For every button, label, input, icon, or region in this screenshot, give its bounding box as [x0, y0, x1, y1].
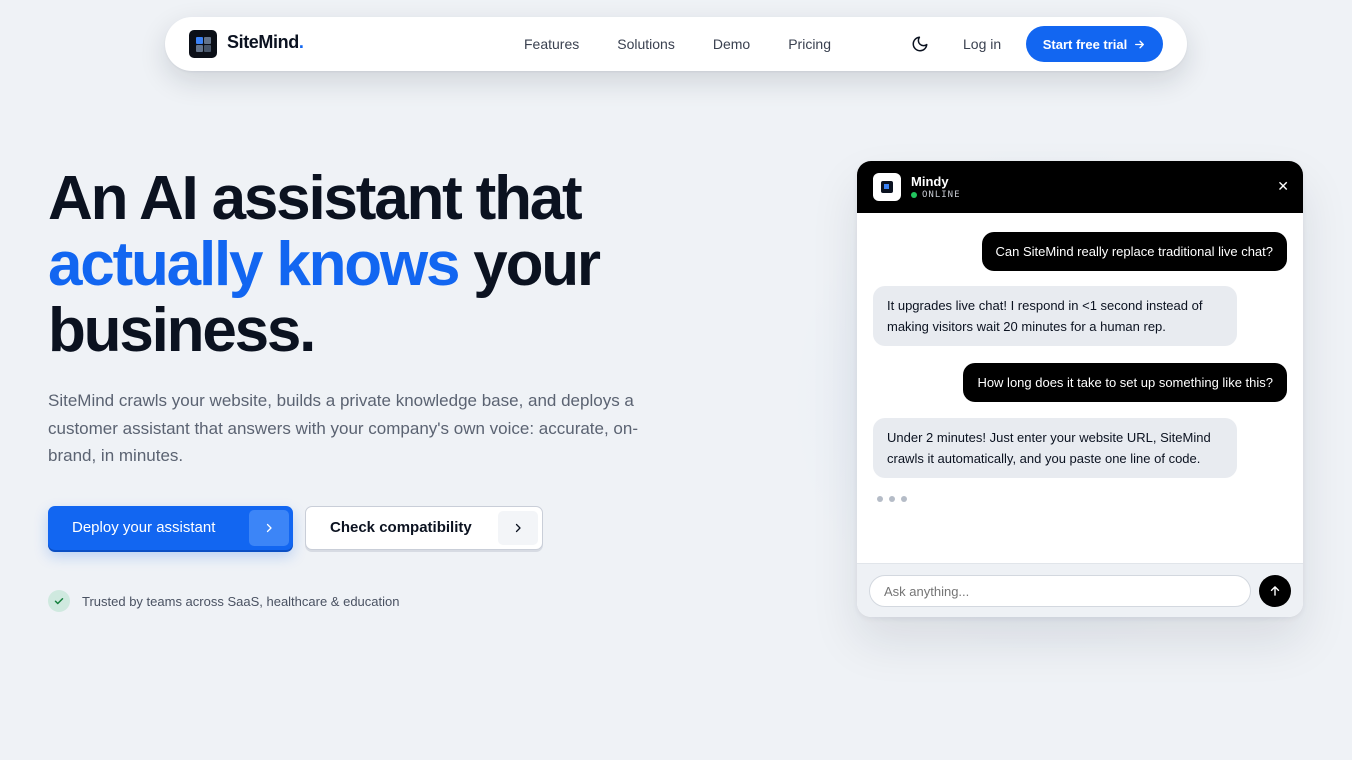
bot-avatar-icon — [873, 173, 901, 201]
hero-subtitle: SiteMind crawls your website, builds a p… — [48, 391, 639, 465]
chevron-right-icon — [249, 510, 289, 546]
chat-message-bot: Under 2 minutes! Just enter your website… — [873, 418, 1237, 478]
close-icon[interactable]: ✕ — [1277, 178, 1289, 194]
trusted-text: Trusted by teams across SaaS, healthcare… — [82, 593, 400, 609]
deploy-assistant-button[interactable]: Deploy your assistant — [48, 506, 293, 550]
bot-status: ONLINE — [911, 190, 961, 200]
send-button[interactable] — [1259, 575, 1291, 607]
nav-link-demo[interactable]: Demo — [713, 36, 750, 52]
chat-footer — [857, 563, 1303, 617]
check-compatibility-label: Check compatibility — [330, 519, 472, 536]
check-icon — [48, 590, 70, 612]
trusted-note: Trusted by teams across SaaS, healthcare… — [48, 590, 399, 612]
nav-link-pricing[interactable]: Pricing — [788, 36, 831, 52]
nav-links: Features Solutions Demo Pricing — [524, 36, 869, 52]
typing-indicator — [877, 496, 907, 502]
login-link[interactable]: Log in — [963, 36, 1001, 52]
deploy-assistant-label: Deploy your assistant — [72, 519, 216, 536]
check-compatibility-button[interactable]: Check compatibility — [305, 506, 543, 550]
chat-message-user: How long does it take to set up somethin… — [963, 363, 1287, 402]
chat-message-bot: It upgrades live chat! I respond in <1 s… — [873, 286, 1237, 346]
start-free-trial-button[interactable]: Start free trial — [1026, 26, 1163, 62]
chat-header: Mindy ONLINE ✕ — [857, 161, 1303, 213]
hero-title-accent: actually knows — [48, 230, 460, 299]
arrow-up-icon — [1270, 586, 1280, 596]
logo-icon[interactable] — [189, 30, 217, 58]
nav-link-solutions[interactable]: Solutions — [617, 36, 675, 52]
chevron-right-icon — [498, 511, 538, 545]
bot-name: Mindy — [911, 174, 949, 189]
nav-link-features[interactable]: Features — [524, 36, 579, 52]
brand-logo[interactable]: SiteMind. — [227, 32, 304, 53]
arrow-right-icon — [1135, 40, 1145, 48]
chat-widget: Mindy ONLINE ✕ Can SiteMind really repla… — [857, 161, 1303, 617]
online-dot-icon — [911, 192, 917, 198]
hero-title: An AI assistant that actually knows your… — [48, 164, 601, 365]
chat-message-user: Can SiteMind really replace traditional … — [981, 232, 1287, 271]
moon-icon[interactable] — [911, 35, 929, 53]
start-free-trial-label: Start free trial — [1042, 36, 1128, 52]
chat-input[interactable] — [869, 575, 1251, 607]
top-nav: SiteMind. Features Solutions Demo Pricin… — [165, 17, 1187, 71]
